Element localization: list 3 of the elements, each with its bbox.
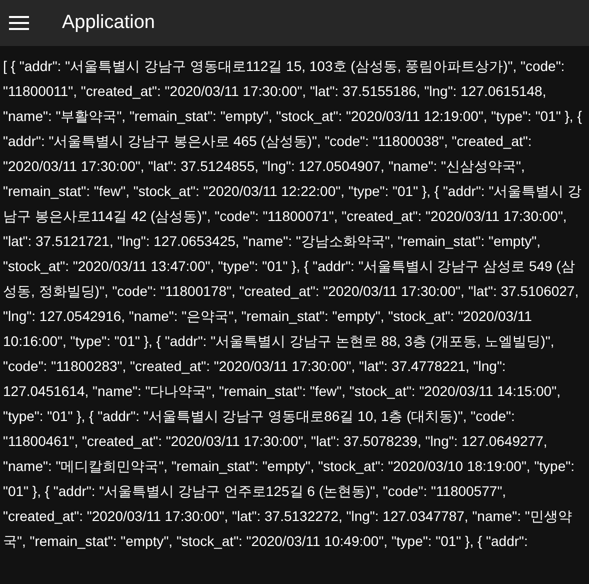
json-text: [ { "addr": "서울특별시 강남구 영동대로112길 15, 103호 (삼성동, 풍림아파트상가)", "code": "11800011", "created_at": "2020/03/11 17:30:00", "lat": 37.5155186, "lng": 127.0615148, "name": "부활약국", "remain_stat": "empty", "stock_at": "2020/03/11 12:19:00", "type": "01" }, { "addr": "서울특별시 강남구 봉은사로 465 (삼성동)", "code": "11800038", "created_at": "2020/03/11 17:30:00", "lat": 37.5124855, "lng": 127.0504907, "name": "신삼성약국", "remain_stat": "few", "stock_at": "2020/03/11 12:22:00", "type": "01" }, { "addr": "서울특별시 강남구 봉은사로114길 42 (삼성동)", "code": "11800071", "created_at": "2020/03/11 17:30:00", "lat": 37.5121721, "lng": 127.0653425, "name": "강남소화약국", "remain_stat": "empty", "stock_at": "2020/03/11 13:47:00", "type": "01" }, { "addr": "서울특별시 강남구 삼성로 549 (삼성동, 정화빌딩)", "code": "11800178", "created_at": "2020/03/11 17:30:00", "lat": 37.5106027, "lng": 127.0542916, "name": "은약국", "remain_stat": "empty", "stock_at": "2020/03/11 10:16:00", "type": "01" }, { "addr": "서울특별시 강남구 논현로 88, 3층 (개포동, 노엘빌딩)", "code": "11800283", "created_at": "2020/03/11 17:30:00", "lat": 37.4778221, "lng": 127.0451614, "name": "다나약국", "remain_stat": "few", "stock_at": "2020/03/11 14:15:00", "type": "01" }, { "addr": "서울특별시 강남구 영동대로86길 10, 1층 (대치동)", "code": "11800461", "created_at": "2020/03/11 17:30:00", "lat": 37.5078239, "lng": 127.0649277, "name": "메디칼희민약국", "remain_stat": "empty", "stock_at": "2020/03/10 18:19:00", "type": "01" }, { "addr": "서울특별시 강남구 언주로125길 6 (논현동)", "code": "11800577", "created_at": "2020/03/11 17:30:00", "lat": 37.5132272, "lng": 127.0347787, "name": "민생약국", "remain_stat": "empty", "stock_at": "2020/03/11 10:49:00", "type": "01" }, { "addr":: [2, 57, 583, 551]
menu-icon[interactable]: [9, 16, 29, 30]
app-title: Application: [62, 10, 155, 35]
